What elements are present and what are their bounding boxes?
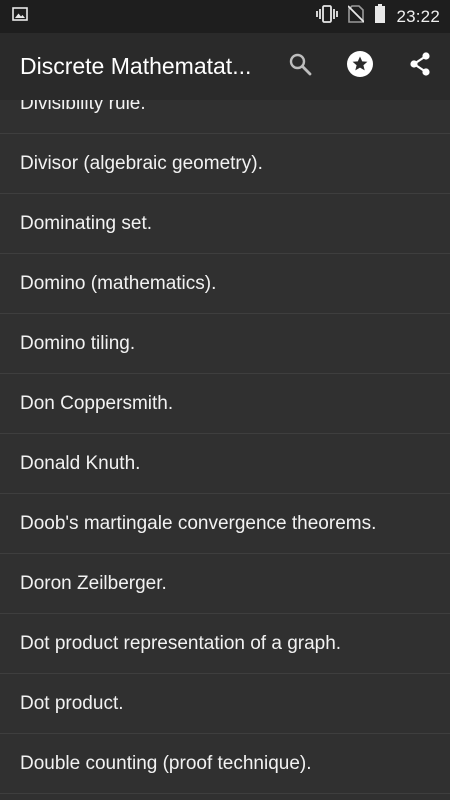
list-item[interactable]: Domino tiling.: [0, 314, 450, 374]
list-item[interactable]: Dot product representation of a graph.: [0, 614, 450, 674]
share-icon: [407, 51, 433, 82]
list-item-label: Dot product.: [20, 692, 124, 714]
list-item[interactable]: Dominating set.: [0, 194, 450, 254]
list-item-label: Dominating set.: [20, 212, 153, 234]
app-toolbar: Discrete Mathematat...: [0, 33, 450, 100]
image-notification-icon: [12, 7, 28, 26]
list-item-label: Domino (mathematics).: [20, 272, 217, 294]
battery-icon: [374, 4, 386, 29]
list-item-label: Divisor (algebraic geometry).: [20, 152, 263, 174]
list-item[interactable]: Double counting (proof technique).: [0, 734, 450, 794]
list-item[interactable]: Donald Knuth.: [0, 434, 450, 494]
list-item-label: Donald Knuth.: [20, 452, 141, 474]
status-bar-right: 23:22: [316, 4, 450, 29]
list-item-label: Double counting (proof technique).: [20, 752, 312, 774]
list-item[interactable]: Divisor (algebraic geometry).: [0, 134, 450, 194]
favorite-button[interactable]: [330, 33, 390, 100]
search-icon: [288, 52, 312, 81]
list-item-label: Doob's martingale convergence theorems.: [20, 512, 377, 534]
star-icon: [346, 50, 374, 83]
share-button[interactable]: [390, 33, 450, 100]
list-item[interactable]: Dot product.: [0, 674, 450, 734]
status-time: 23:22: [396, 6, 440, 26]
search-button[interactable]: [270, 33, 330, 100]
toolbar-actions: [270, 33, 450, 100]
status-bar-left: [0, 7, 28, 26]
topic-list: Divisibility rule. Divisor (algebraic ge…: [0, 74, 450, 794]
no-sim-icon: [347, 5, 366, 28]
list-item[interactable]: Don Coppersmith.: [0, 374, 450, 434]
list-item[interactable]: Doob's martingale convergence theorems.: [0, 494, 450, 554]
list-item-label: Doron Zeilberger.: [20, 572, 167, 594]
app-screen: 23:22 Discrete Mathematat... Divisibilit…: [0, 0, 450, 800]
list-item-label: Dot product representation of a graph.: [20, 632, 342, 654]
status-bar: 23:22: [0, 0, 450, 33]
list-item-label: Don Coppersmith.: [20, 392, 174, 414]
toolbar-title: Discrete Mathematat...: [20, 53, 252, 79]
vibrate-icon: [316, 5, 339, 28]
list-item[interactable]: Doron Zeilberger.: [0, 554, 450, 614]
list-item[interactable]: Domino (mathematics).: [0, 254, 450, 314]
list-item-label: Domino tiling.: [20, 332, 136, 354]
